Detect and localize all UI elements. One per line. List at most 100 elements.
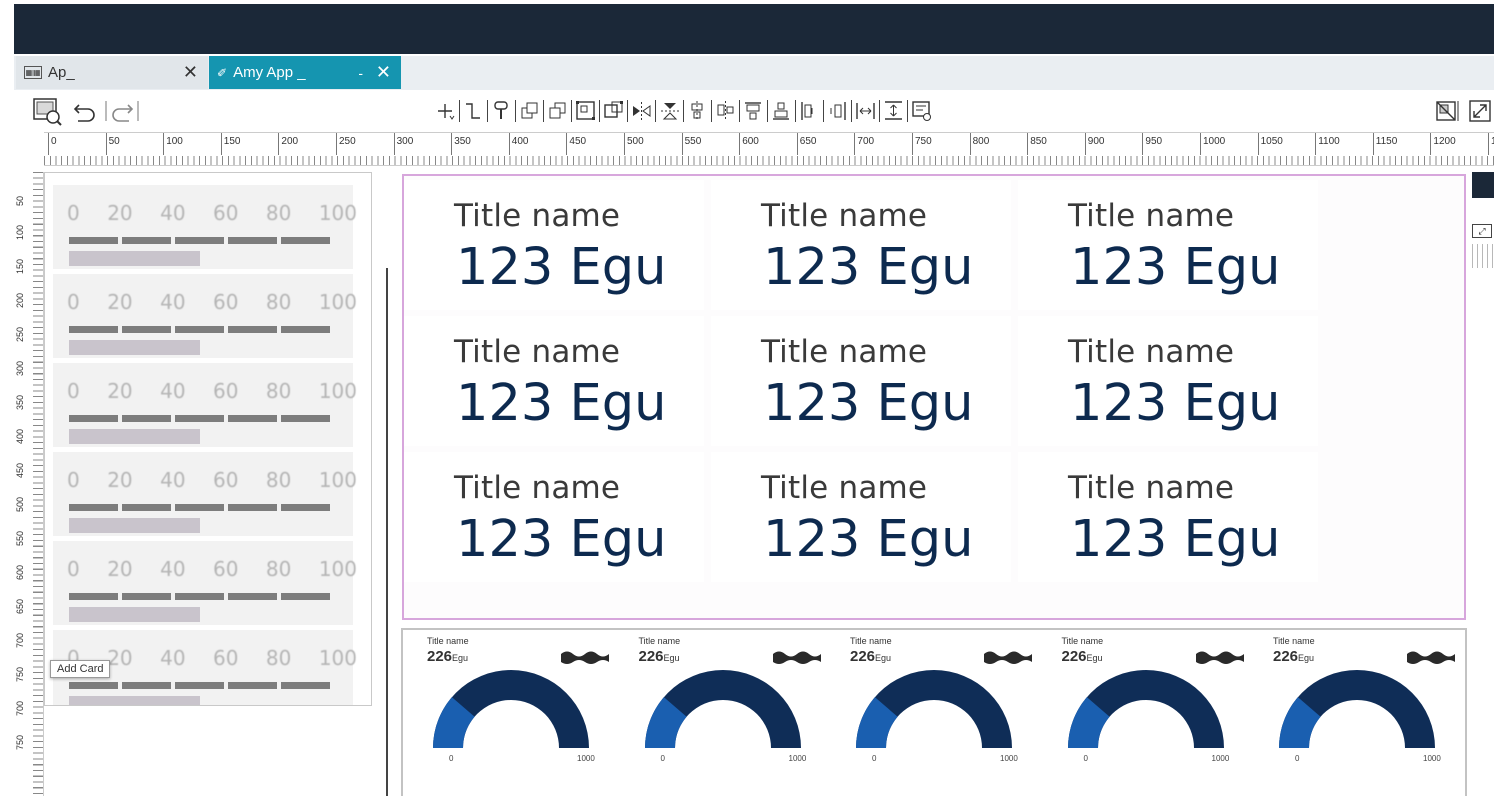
align-center-vertical-button[interactable] [686,97,709,125]
tab-amy-app[interactable]: ✐ Amy App _ - ✕ [209,56,401,89]
scale-label: 20 [107,646,133,670]
align-bottom-button[interactable] [770,97,793,125]
ruler-label: 1 [1491,136,1494,147]
scale-label: 80 [265,290,292,314]
gauge-card[interactable]: Title name 226Egu 0 1000 [403,630,609,768]
ruler-major-tick [912,133,913,155]
card-template[interactable]: 0 20 40 60 80 100 [53,452,357,536]
card-bar-segments [69,504,330,511]
kpi-tile[interactable]: Title name 123 Egu [404,452,704,582]
card-template[interactable]: 0 20 40 60 80 100 [53,363,357,447]
gauge-value-number: 226 [1061,648,1087,665]
minimize-tab-button[interactable]: - [358,65,363,81]
kpi-widget[interactable]: Title name 123 Egu Title name 123 Egu Title … [402,174,1466,620]
scale-label: 0 [67,468,80,492]
card-template[interactable]: 0 20 40 60 80 100 [53,541,357,625]
toolbar-separator [767,100,768,122]
bar-segment [122,415,171,422]
flip-vertical-button[interactable] [658,97,681,125]
ruler-label: 50 [15,195,25,206]
ruler-major-tick [278,133,280,155]
kpi-tile[interactable]: Title name 123 Egu [1018,316,1318,446]
ruler-major-tick [1142,133,1144,155]
connector-button[interactable] [462,97,485,125]
gauge-card[interactable]: Title name 226Egu 0 1000 [1249,630,1455,768]
close-tab-icon[interactable]: ✕ [183,62,198,83]
redo-button[interactable] [104,96,140,126]
scale-label: 20 [107,290,133,314]
bring-forward-button[interactable] [518,97,541,125]
kpi-tile[interactable]: Title name 123 Egu [404,316,704,446]
format-painter-button[interactable] [490,97,513,125]
toolbar-separator [683,100,684,122]
kpi-tile[interactable]: Title name 123 Egu [711,180,1011,310]
bar-segment [69,237,118,244]
kpi-tile[interactable]: Title name 123 Egu [711,316,1011,446]
preview-button[interactable] [30,96,64,126]
ruler-major-tick [393,133,395,155]
ruler-label: 800 [972,136,990,147]
properties-icon [912,101,931,121]
scale-label: 40 [160,468,186,492]
gauge-min-label: 0 [660,754,665,763]
sparkline-icon [772,651,821,664]
flip-horizontal-button[interactable] [630,97,653,125]
gauge-card[interactable]: Title name 226Egu 0 1000 [1038,630,1244,768]
send-backward-button[interactable] [546,97,569,125]
ruler-label: 250 [15,326,25,342]
tab-label: Ap_ [48,64,75,81]
gauge-widget[interactable]: Title name 226Egu 0 1000 Title name 226Egu 0 10… [401,628,1467,796]
bar-segment [122,504,171,511]
card-template[interactable]: 0 20 40 60 80 100 [53,274,357,358]
distribute-horizontal-button[interactable] [854,97,877,125]
snap-button[interactable] [1432,96,1462,126]
bar-segment [228,415,277,422]
group-button[interactable] [574,97,597,125]
align-top-button[interactable] [742,97,765,125]
card-template[interactable]: 0 20 40 60 80 100 [53,185,357,269]
toolbar-separator [459,100,460,122]
gauge-card[interactable]: Title name 226Egu 0 1000 [615,630,821,768]
sparkline-icon [1407,651,1455,664]
properties-button[interactable] [910,97,933,125]
format-painter-icon [494,101,508,119]
fullscreen-button[interactable] [1466,96,1494,126]
kpi-tile[interactable]: Title name 123 Egu [1018,452,1318,582]
flip-horizontal-icon [633,102,651,120]
align-left-button[interactable] [798,97,821,125]
ungroup-button[interactable] [602,97,625,125]
gauge-min-label: 0 [449,754,454,763]
ruler-label: 300 [396,136,414,147]
ruler-label: 900 [1087,136,1105,147]
ruler-major-tick [1488,133,1489,155]
align-right-button[interactable] [826,97,849,125]
ruler-label: 300 [15,360,25,376]
align-center-horizontal-icon [717,101,734,121]
fullscreen-icon[interactable]: ⤢ [1472,224,1492,238]
gauge-unit: Egu [452,653,469,663]
kpi-value: 123 Egu [456,510,667,569]
add-card-tooltip: Add Card [50,660,111,678]
kpi-tile[interactable]: Title name 123 Egu [404,180,704,310]
toolbar-separator [795,100,796,122]
kpi-tile[interactable]: Title name 123 Egu [711,452,1011,582]
ruler-label: 950 [1145,136,1163,147]
ruler-major-tick [854,133,856,155]
align-center-horizontal-button[interactable] [714,97,737,125]
scale-label: 100 [318,379,357,403]
tab-ap[interactable]: ▦▦ Ap_ ✕ [16,56,208,89]
panel-splitter[interactable] [386,268,388,796]
bar-segment [281,415,330,422]
distribute-vertical-button[interactable] [882,97,905,125]
undo-button[interactable] [70,96,100,126]
card-scale: 0 20 40 60 80 100 [67,557,357,581]
horizontal-ruler: 0 50 100 150 200 250 300 350 400 450 500 550 600 650 7… [44,132,1494,166]
align-right-icon [830,102,846,120]
gauge-card[interactable]: Title name 226Egu 0 1000 [826,630,1032,768]
close-tab-icon[interactable]: ✕ [376,62,391,83]
add-guide-button[interactable] [434,97,457,125]
bar-segment [122,682,171,689]
ruler-label: 1150 [1375,136,1398,147]
kpi-tile[interactable]: Title name 123 Egu [1018,180,1318,310]
scale-label: 60 [213,379,239,403]
